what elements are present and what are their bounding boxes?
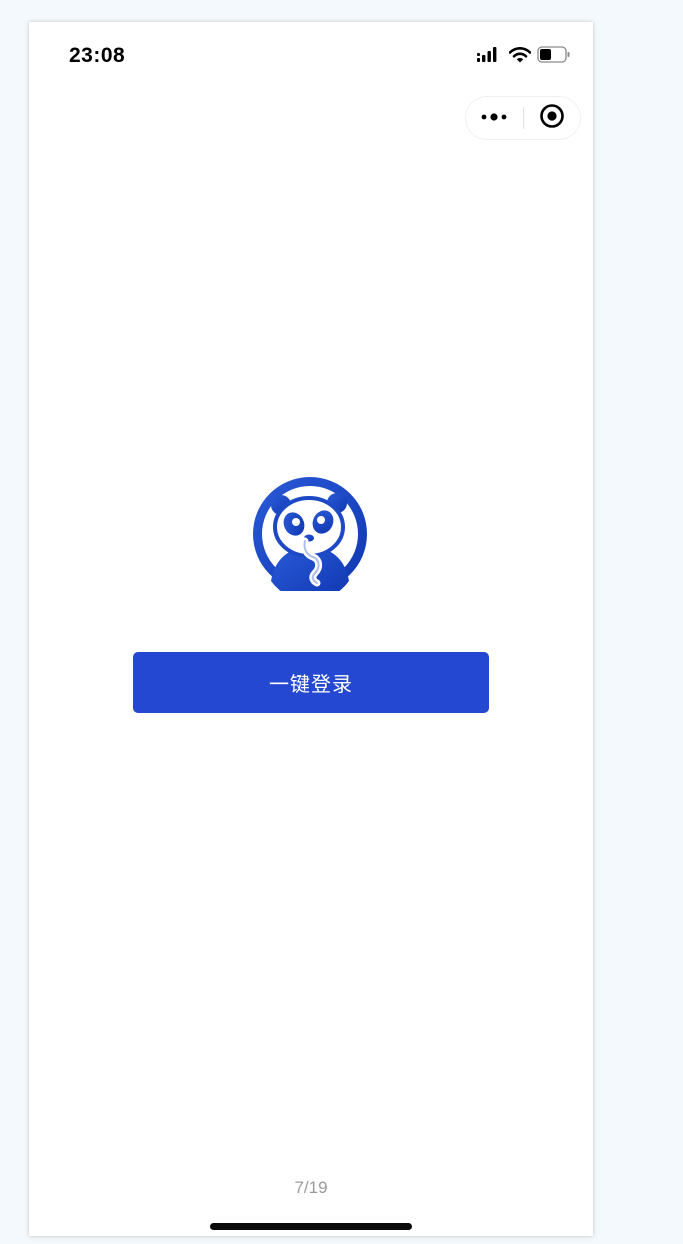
close-miniprogram-icon xyxy=(539,103,565,134)
status-icons xyxy=(477,46,571,68)
wifi-icon xyxy=(508,46,532,68)
signal-icon xyxy=(477,46,503,68)
home-indicator[interactable] xyxy=(210,1223,412,1230)
panda-logo-icon xyxy=(253,477,367,602)
phone-screen: 23:08 一键登录 7/19 xyxy=(29,22,593,1236)
more-icon xyxy=(480,109,508,127)
page-indicator: 7/19 xyxy=(294,1178,328,1197)
more-button[interactable] xyxy=(466,97,523,139)
miniprogram-capsule xyxy=(465,96,581,140)
battery-icon xyxy=(537,46,571,68)
close-miniprogram-button[interactable] xyxy=(524,97,581,139)
status-time: 23:08 xyxy=(69,44,126,67)
one-click-login-button[interactable]: 一键登录 xyxy=(133,652,489,713)
